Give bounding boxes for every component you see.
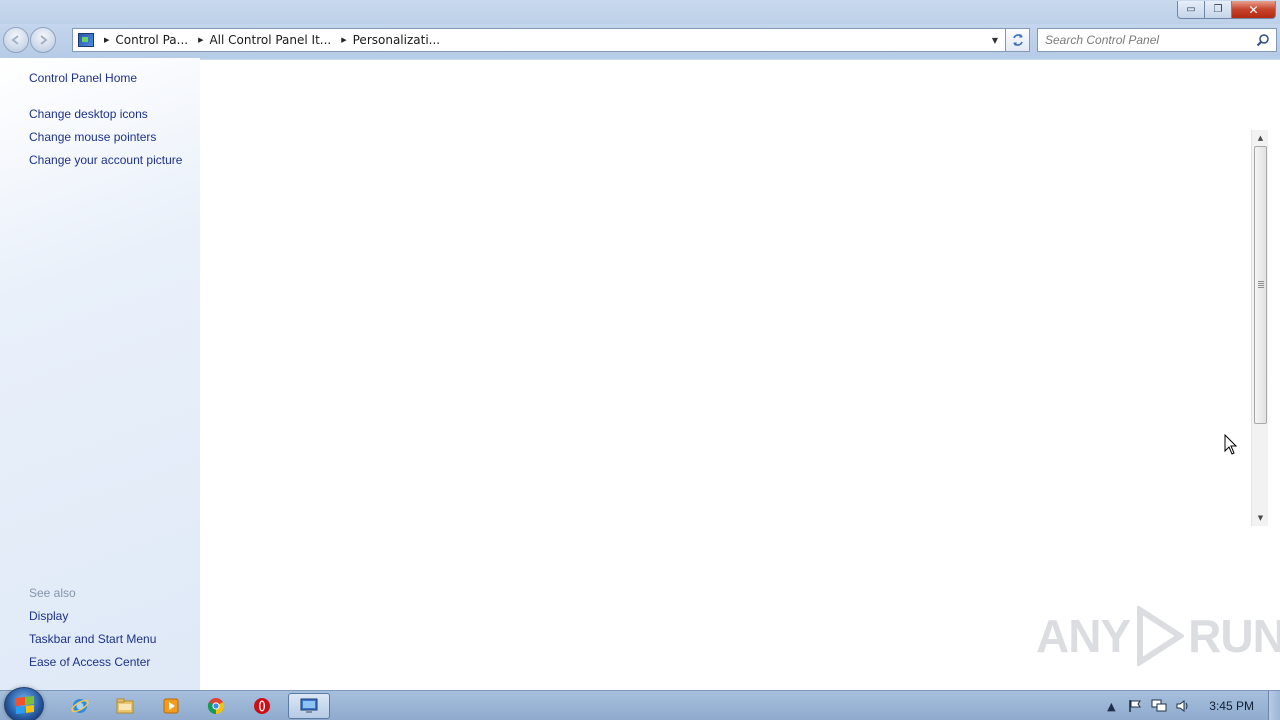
scroll-down-arrow-icon[interactable]: ▼: [1252, 510, 1269, 526]
breadcrumb-chevron-icon[interactable]: ▶: [341, 36, 346, 44]
display-link[interactable]: Display: [29, 609, 68, 623]
change-desktop-icons-link[interactable]: Change desktop icons: [29, 107, 148, 121]
refresh-button[interactable]: [1006, 28, 1030, 52]
forward-arrow-icon: [40, 35, 48, 45]
windows-logo-icon: [16, 696, 34, 714]
taskbar-internet-explorer[interactable]: [59, 693, 101, 719]
breadcrumb-control-panel[interactable]: Control Pa...: [115, 33, 188, 47]
breadcrumb-personalization[interactable]: Personalizati...: [353, 33, 440, 47]
action-center-flag-icon[interactable]: [1125, 698, 1145, 714]
control-panel-icon: [300, 698, 318, 713]
scroll-thumb[interactable]: [1254, 146, 1267, 424]
show-desktop-button[interactable]: [1268, 691, 1280, 720]
control-panel-icon: [78, 33, 94, 47]
start-button[interactable]: [4, 687, 44, 720]
window-controls: ▭ ❐ ✕: [1177, 1, 1276, 19]
search-input[interactable]: [1038, 33, 1248, 47]
opera-icon: [254, 698, 270, 714]
left-task-pane: Control Panel Home Change desktop icons …: [0, 58, 200, 690]
taskbar-control-panel-window[interactable]: [288, 693, 330, 719]
taskbar-media-player[interactable]: [150, 693, 192, 719]
internet-explorer-icon: [71, 699, 89, 713]
address-history-dropdown-icon[interactable]: ▼: [987, 29, 1003, 51]
volume-icon[interactable]: [1173, 698, 1193, 714]
vertical-scrollbar[interactable]: ▲ ▼: [1251, 130, 1268, 526]
thumb-grip-icon: [1258, 281, 1264, 288]
forward-button[interactable]: [30, 27, 56, 53]
change-mouse-pointers-link[interactable]: Change mouse pointers: [29, 130, 156, 144]
breadcrumb-chevron-icon[interactable]: ▶: [198, 36, 203, 44]
back-arrow-icon: [11, 35, 19, 45]
control-panel-home-link[interactable]: Control Panel Home: [29, 71, 137, 85]
breadcrumb-chevron-icon[interactable]: ▶: [104, 36, 109, 44]
chrome-icon: [207, 698, 225, 715]
system-tray: ▲ 3:45 PM: [1099, 691, 1280, 720]
address-bar[interactable]: ▶ Control Pa... ▶ All Control Panel It..…: [72, 28, 1006, 52]
watermark-right-text: RUN: [1188, 610, 1280, 662]
mouse-cursor-icon: [1224, 434, 1238, 455]
title-bar: ▭ ❐ ✕: [0, 0, 1280, 24]
breadcrumb-all-items[interactable]: All Control Panel It...: [209, 33, 331, 47]
change-account-picture-link[interactable]: Change your account picture: [29, 153, 182, 167]
taskbar-start-menu-link[interactable]: Taskbar and Start Menu: [29, 632, 156, 646]
watermark-left-text: ANY: [1036, 610, 1131, 662]
windows-explorer-icon: [116, 698, 134, 714]
search-icon[interactable]: [1256, 33, 1270, 47]
media-player-icon: [163, 698, 179, 714]
search-box[interactable]: [1037, 28, 1277, 52]
taskbar-chrome[interactable]: [195, 693, 237, 719]
taskbar: ▲ 3:45 PM: [0, 687, 1280, 720]
close-button[interactable]: ✕: [1232, 1, 1276, 19]
play-logo-icon: [1137, 606, 1185, 666]
back-button[interactable]: [3, 27, 29, 53]
main-content-area: [200, 60, 1280, 690]
show-hidden-icons-icon[interactable]: ▲: [1101, 698, 1121, 714]
taskbar-windows-explorer[interactable]: [104, 693, 146, 719]
taskbar-clock[interactable]: 3:45 PM: [1209, 699, 1254, 713]
ease-of-access-link[interactable]: Ease of Access Center: [29, 655, 150, 669]
scroll-up-arrow-icon[interactable]: ▲: [1252, 130, 1269, 146]
anyrun-watermark: ANY RUN: [1036, 606, 1280, 666]
minimize-button[interactable]: ▭: [1177, 1, 1205, 19]
navigation-bar: ▶ Control Pa... ▶ All Control Panel It..…: [0, 24, 1280, 58]
taskbar-opera[interactable]: [241, 693, 283, 719]
see-also-heading: See also: [29, 586, 76, 600]
network-icon[interactable]: [1149, 698, 1169, 714]
maximize-button[interactable]: ❐: [1205, 1, 1232, 19]
refresh-icon: [1012, 34, 1023, 46]
